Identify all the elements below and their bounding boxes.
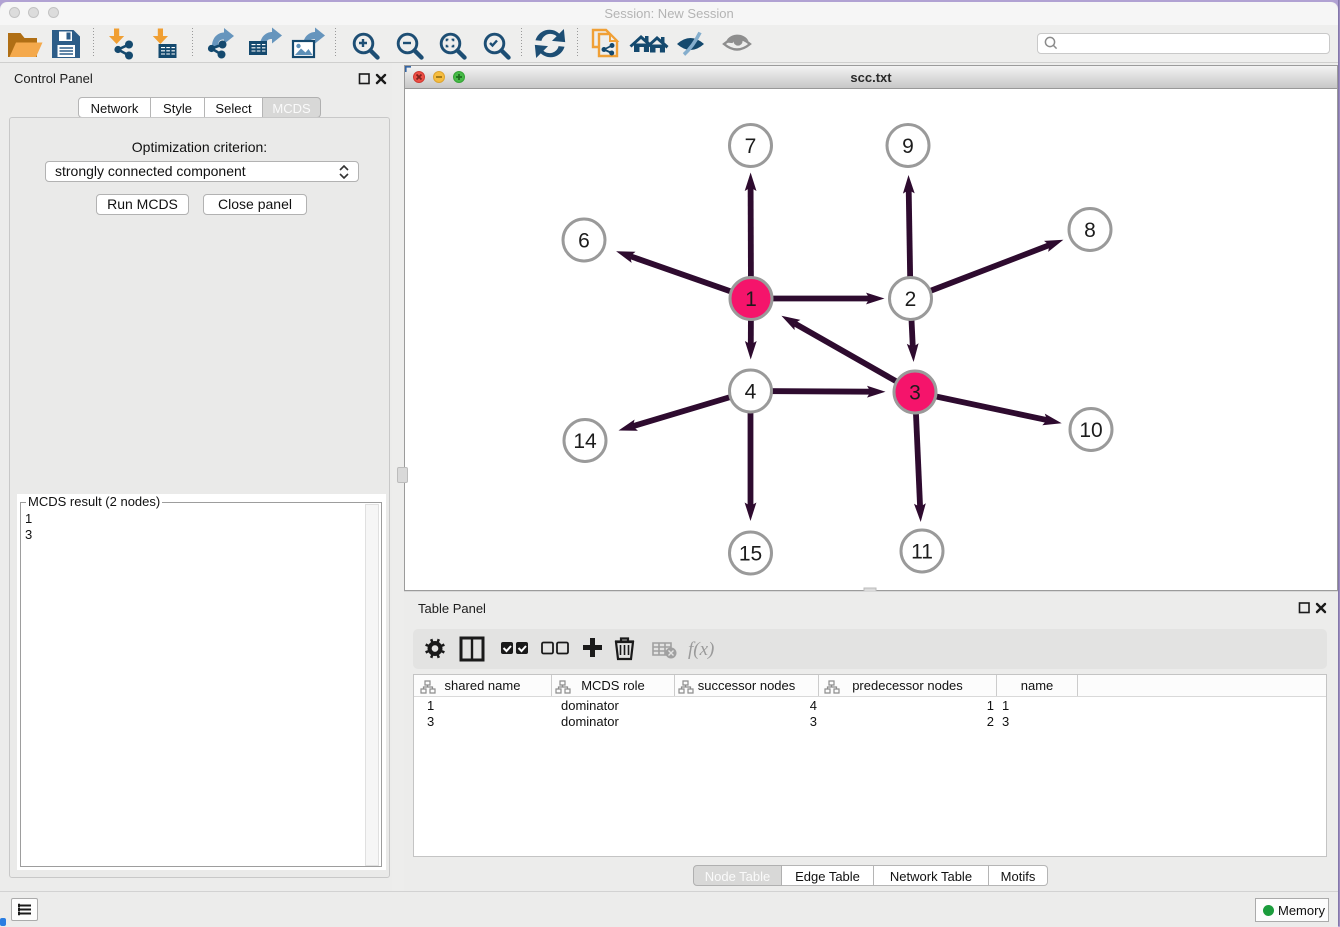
svg-text:6: 6 <box>578 230 590 253</box>
svg-text:10: 10 <box>1079 419 1102 442</box>
svg-text:11: 11 <box>911 541 933 564</box>
svg-text:f(x): f(x) <box>688 639 714 660</box>
svg-text:4: 4 <box>745 381 757 404</box>
svg-text:3: 3 <box>909 382 921 405</box>
svg-text:15: 15 <box>739 543 762 566</box>
svg-text:9: 9 <box>902 135 914 158</box>
svg-text:8: 8 <box>1084 219 1096 242</box>
svg-text:1: 1 <box>745 288 757 311</box>
svg-text:2: 2 <box>905 288 917 311</box>
svg-text:7: 7 <box>745 135 757 158</box>
svg-text:14: 14 <box>573 430 597 453</box>
